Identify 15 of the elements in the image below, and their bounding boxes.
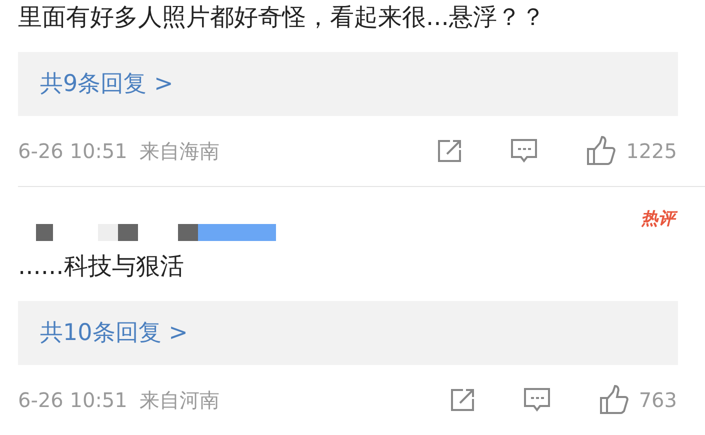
like-count: 763 [638, 388, 677, 412]
comment-icon[interactable] [522, 386, 551, 414]
comment-icon[interactable] [510, 137, 538, 165]
replies-link[interactable]: 共10条回复 > [18, 301, 678, 365]
comment-text: 里面有好多人照片都好奇怪，看起来很...悬浮？？ [18, 2, 546, 33]
comment-time: 6-26 10:51 [18, 139, 128, 163]
comment-time: 6-26 10:51 [18, 388, 128, 412]
comment-source: 来自河南 [139, 386, 220, 414]
comment-source: 来自海南 [139, 138, 220, 164]
comment-text: ......科技与狠活 [18, 251, 185, 282]
thumbs-up-icon[interactable] [586, 136, 616, 166]
replies-link[interactable]: 共9条回复 > [18, 52, 678, 116]
like-count: 1225 [626, 139, 677, 163]
share-icon[interactable] [448, 387, 477, 413]
thumbs-up-icon[interactable] [598, 385, 629, 415]
